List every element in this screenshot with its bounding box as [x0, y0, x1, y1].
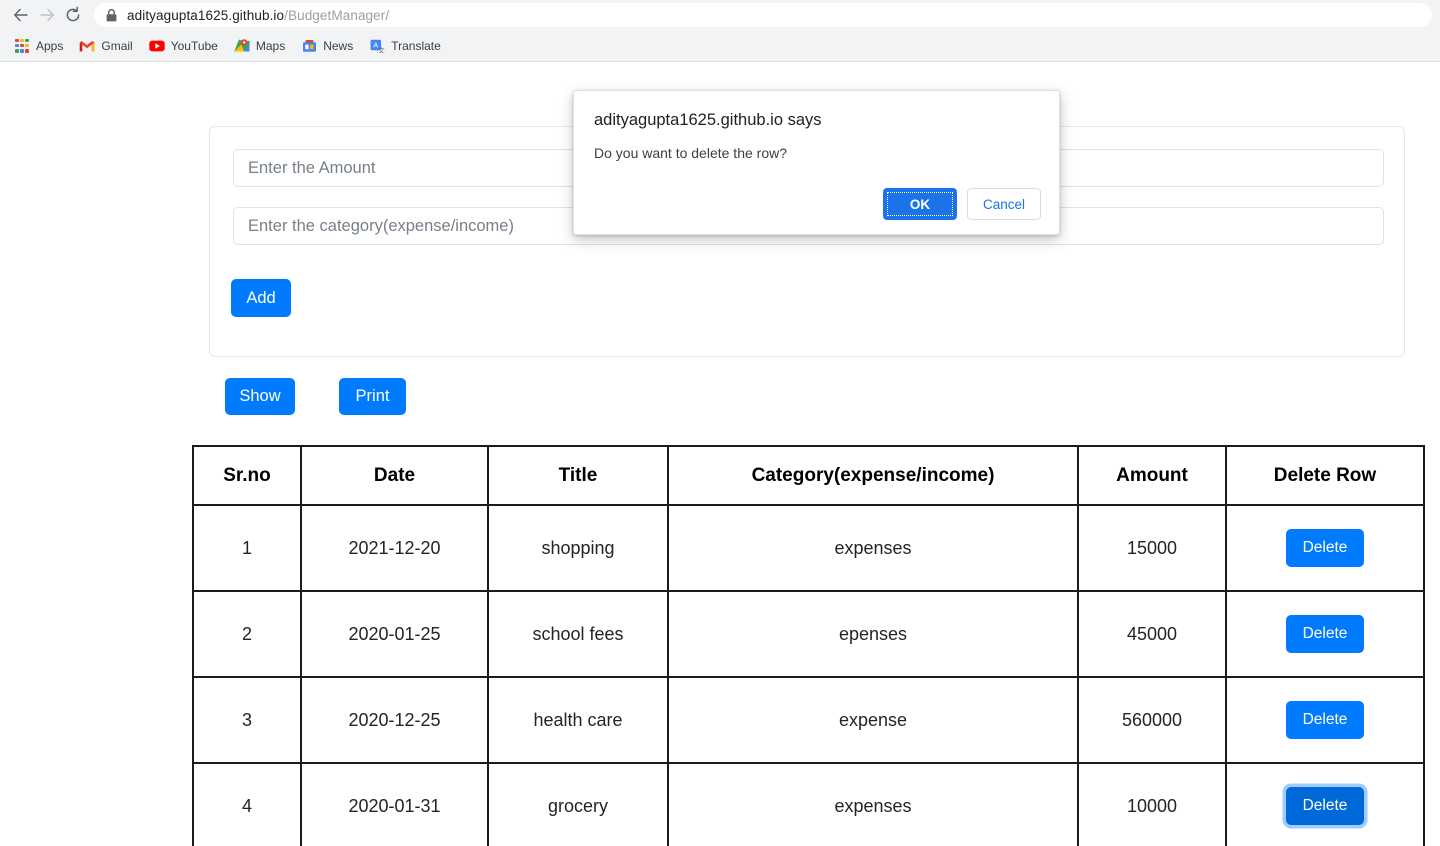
cell-date: 2020-01-31	[300, 762, 489, 846]
reload-button[interactable]	[60, 2, 86, 28]
delete-row-button[interactable]: Delete	[1286, 529, 1364, 567]
cell-srno: 2	[192, 590, 302, 678]
bookmarks-bar: Apps Gmail YouTube Maps News A 文 Transla…	[0, 30, 1440, 62]
delete-row-button[interactable]: Delete	[1286, 787, 1364, 825]
bookmark-label: YouTube	[170, 38, 218, 53]
bookmark-label: Apps	[36, 38, 64, 53]
cell-srno: 4	[192, 762, 302, 846]
column-header-date: Date	[300, 445, 489, 506]
translate-icon: A 文	[369, 38, 385, 54]
dialog-button-group: OK Cancel	[883, 188, 1041, 220]
browser-toolbar: adityagupta1625.github.io/BudgetManager/	[0, 0, 1440, 30]
svg-text:文: 文	[378, 45, 385, 53]
cell-category: expenses	[667, 762, 1079, 846]
bookmark-maps[interactable]: Maps	[226, 35, 293, 57]
dialog-ok-button[interactable]: OK	[883, 188, 957, 220]
bookmark-label: Maps	[255, 38, 286, 53]
maps-icon	[234, 38, 250, 54]
category-placeholder: Enter the category(expense/income)	[248, 216, 514, 235]
cell-amount: 15000	[1077, 504, 1227, 592]
news-icon	[301, 38, 317, 54]
cell-amount: 45000	[1077, 590, 1227, 678]
bookmark-gmail[interactable]: Gmail	[71, 35, 140, 57]
column-header-delete: Delete Row	[1225, 445, 1425, 506]
bookmark-label: Translate	[391, 38, 441, 53]
delete-row-button[interactable]: Delete	[1286, 701, 1364, 739]
reload-icon	[66, 6, 80, 22]
apps-grid-icon	[14, 38, 30, 54]
cell-amount: 560000	[1077, 676, 1227, 764]
show-button[interactable]: Show	[225, 378, 295, 415]
table-head: Sr.no Date Title Category(expense/income…	[192, 445, 1425, 506]
youtube-icon	[149, 38, 165, 54]
column-header-title: Title	[487, 445, 669, 506]
column-header-srno: Sr.no	[192, 445, 302, 506]
lock-icon	[106, 8, 117, 21]
column-header-amount: Amount	[1077, 445, 1227, 506]
cell-title: grocery	[487, 762, 669, 846]
bookmark-youtube[interactable]: YouTube	[141, 35, 226, 57]
forward-arrow-icon	[40, 8, 54, 22]
table-body: 1 2021-12-20 shopping expenses 15000 Del…	[192, 504, 1425, 846]
cell-date: 2020-12-25	[300, 676, 489, 764]
cell-delete: Delete	[1225, 504, 1425, 592]
cell-date: 2021-12-20	[300, 504, 489, 592]
cell-delete: Delete	[1225, 676, 1425, 764]
cell-srno: 1	[192, 504, 302, 592]
dialog-origin-text: adityagupta1625.github.io says	[594, 111, 822, 129]
address-bar[interactable]: adityagupta1625.github.io/BudgetManager/	[94, 3, 1432, 27]
javascript-confirm-dialog: adityagupta1625.github.io says Do you wa…	[573, 90, 1060, 235]
bookmark-translate[interactable]: A 文 Translate	[361, 35, 449, 57]
add-button[interactable]: Add	[231, 279, 291, 317]
bookmark-label: Gmail	[101, 38, 133, 53]
bookmark-news[interactable]: News	[293, 35, 361, 57]
table-header-row: Sr.no Date Title Category(expense/income…	[192, 445, 1425, 506]
cell-title: health care	[487, 676, 669, 764]
table-row: 4 2020-01-31 grocery expenses 10000 Dele…	[192, 762, 1425, 846]
cell-delete: Delete	[1225, 762, 1425, 846]
back-button[interactable]	[8, 2, 34, 28]
bookmark-apps[interactable]: Apps	[6, 35, 71, 57]
delete-row-button[interactable]: Delete	[1286, 615, 1364, 653]
cell-title: school fees	[487, 590, 669, 678]
cell-date: 2020-01-25	[300, 590, 489, 678]
amount-placeholder: Enter the Amount	[248, 158, 376, 177]
browser-chrome: adityagupta1625.github.io/BudgetManager/…	[0, 0, 1440, 62]
url-text: adityagupta1625.github.io/BudgetManager/	[127, 7, 390, 23]
cell-category: expenses	[667, 504, 1079, 592]
forward-button[interactable]	[34, 2, 60, 28]
column-header-category: Category(expense/income)	[667, 445, 1079, 506]
table-row: 2 2020-01-25 school fees epenses 45000 D…	[192, 590, 1425, 678]
expense-table: Sr.no Date Title Category(expense/income…	[192, 445, 1425, 846]
table-row: 1 2021-12-20 shopping expenses 15000 Del…	[192, 504, 1425, 592]
dialog-cancel-button[interactable]: Cancel	[967, 188, 1041, 220]
cell-category: expense	[667, 676, 1079, 764]
print-button[interactable]: Print	[339, 378, 406, 415]
dialog-message-text: Do you want to delete the row?	[594, 145, 788, 161]
cell-srno: 3	[192, 676, 302, 764]
cell-amount: 10000	[1077, 762, 1227, 846]
gmail-icon	[79, 38, 95, 54]
cell-title: shopping	[487, 504, 669, 592]
table-row: 3 2020-12-25 health care expense 560000 …	[192, 676, 1425, 764]
page-content: Enter the Amount Enter the category(expe…	[0, 62, 1440, 846]
back-arrow-icon	[14, 8, 28, 22]
bookmark-label: News	[323, 38, 354, 53]
cell-category: epenses	[667, 590, 1079, 678]
cell-delete: Delete	[1225, 590, 1425, 678]
